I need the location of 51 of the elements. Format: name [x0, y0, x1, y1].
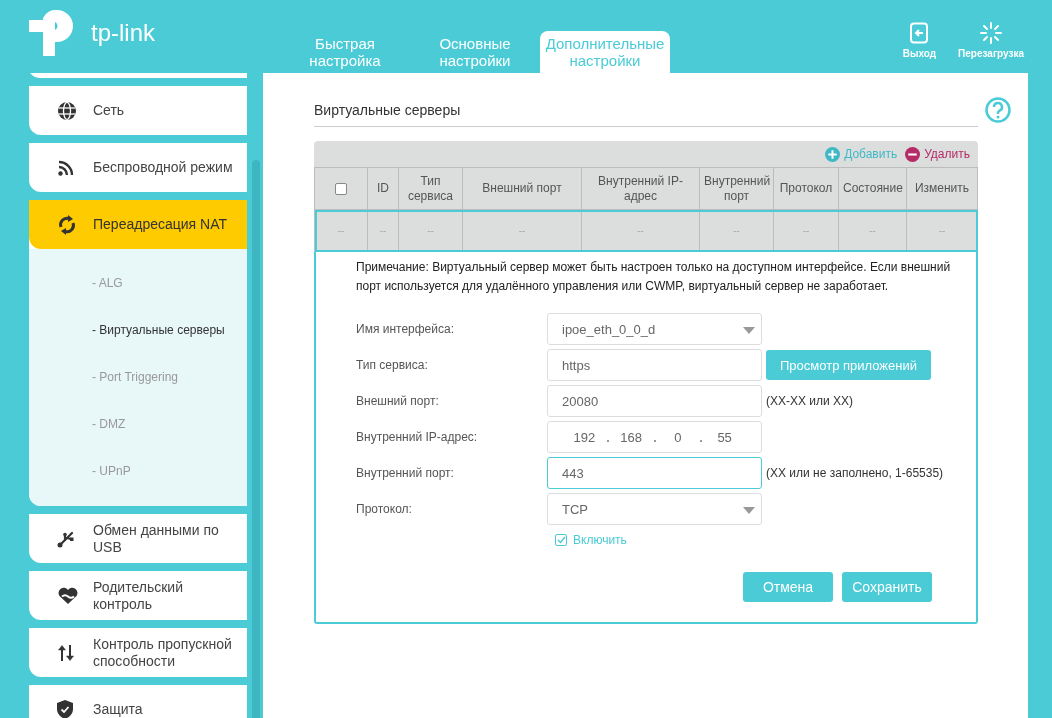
- up-down-arrows-icon: [57, 643, 75, 662]
- loading-spinner-icon[interactable]: [980, 22, 1003, 44]
- globe-icon: [57, 100, 77, 121]
- column-header: Тип сервиса: [398, 167, 463, 210]
- input-field[interactable]: https: [547, 349, 762, 381]
- dropdown[interactable]: TCP: [547, 493, 762, 525]
- field-label: Тип сервиса:: [356, 358, 429, 372]
- column-header: Внутренний порт: [699, 167, 774, 210]
- sidebar-item[interactable]: Защита: [29, 685, 247, 718]
- usb-icon: [57, 529, 75, 548]
- column-header: Протокол: [773, 167, 839, 210]
- field-label: Имя интерфейса:: [356, 322, 455, 336]
- field-hint: (XX-XX или XX): [766, 394, 854, 408]
- sidebar-item[interactable]: Беспроводной режим: [29, 143, 247, 192]
- circular-arrows-icon: [57, 214, 77, 235]
- field-label: Внутренний порт:: [356, 466, 455, 480]
- enable-checkbox[interactable]: [555, 534, 567, 546]
- column-header: Внутренний IP-адрес: [581, 167, 700, 210]
- help-icon[interactable]: [985, 97, 1011, 123]
- sidebar-item[interactable]: Обмен данными по USB: [29, 514, 247, 563]
- page-title: Виртуальные серверы: [314, 102, 978, 127]
- field-label: Внутренний IP-адрес:: [356, 430, 479, 444]
- logout-icon[interactable]: [909, 22, 930, 44]
- column-header: Внешний порт: [462, 167, 582, 210]
- logo-text: tp-link: [91, 19, 156, 47]
- input-field[interactable]: 443: [547, 457, 762, 489]
- plus-circle-icon: [825, 146, 841, 162]
- caret-icon: [743, 507, 755, 514]
- sidebar-item[interactable]: Переадресация NAT: [29, 200, 247, 249]
- heart-icon: [57, 586, 79, 605]
- submenu-item[interactable]: - Виртуальные серверы: [92, 322, 225, 337]
- caret-icon: [743, 327, 755, 334]
- signal-icon: [57, 158, 75, 177]
- column-header: Состояние: [838, 167, 907, 210]
- input-field[interactable]: 20080: [547, 385, 762, 417]
- column-header: ID: [367, 167, 399, 210]
- minus-circle-icon: [905, 146, 921, 162]
- sidebar-item[interactable]: Родительский контроль: [29, 571, 247, 620]
- note-text: Примечание: Виртуальный сервер может быть настроен только на доступном интерфейсе. Если внешний порт используется для удалённого управления или CWMP, виртуальный сервер не заработает.: [356, 259, 952, 295]
- checkbox-label: Включить: [573, 533, 627, 547]
- select-all-checkbox[interactable]: [335, 182, 347, 195]
- sidebar-item[interactable]: Контроль пропускной способности: [29, 628, 247, 677]
- column-header: Изменить: [906, 167, 978, 210]
- field-label: Протокол:: [356, 502, 413, 516]
- dropdown[interactable]: ipoe_eth_0_0_d: [547, 313, 762, 345]
- ip-address-field[interactable]: 192 168 0 55: [547, 421, 762, 453]
- sidebar-item[interactable]: Сеть: [29, 86, 247, 135]
- field-hint: (XX или не заполнено, 1-65535): [766, 466, 944, 480]
- field-label: Внешний порт:: [356, 394, 440, 408]
- delete-button[interactable]: Удалить: [905, 146, 970, 162]
- table-cell: --: [314, 209, 368, 252]
